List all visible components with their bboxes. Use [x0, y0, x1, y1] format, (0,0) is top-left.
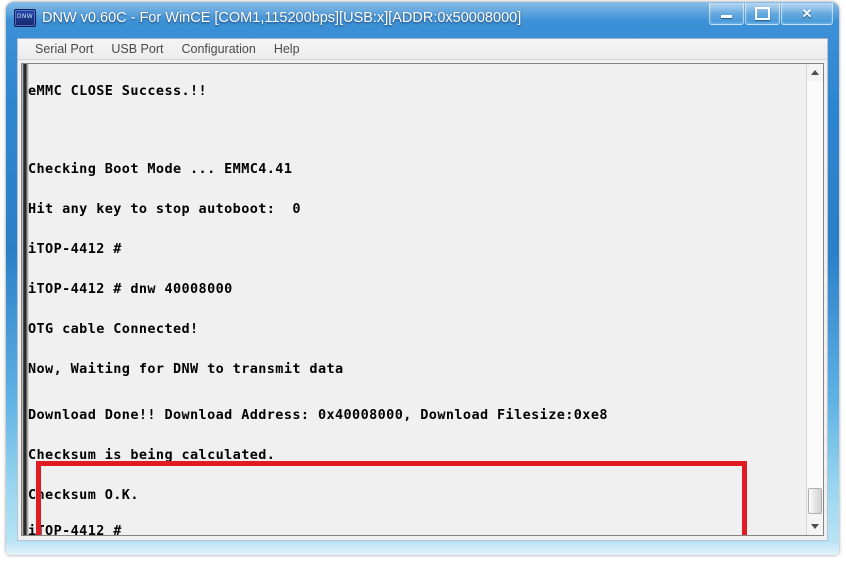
window-bottom-glow [6, 541, 839, 555]
terminal-line-prompt: iTOP-4412 # [28, 523, 122, 535]
terminal-line: Now, Waiting for DNW to transmit data [28, 361, 344, 377]
menu-item-help[interactable]: Help [265, 40, 309, 59]
dnw-application-window: DNW DNW v0.60C - For WinCE [COM1,115200b… [6, 2, 839, 555]
scroll-down-icon [811, 524, 819, 529]
app-logo-icon: DNW [14, 9, 36, 27]
capture-artifact-stripe [22, 64, 29, 535]
scroll-up-button[interactable] [807, 64, 823, 81]
minimize-button[interactable] [709, 3, 744, 25]
screen: DNW DNW v0.60C - For WinCE [COM1,115200b… [0, 0, 846, 569]
scroll-up-icon [811, 70, 819, 75]
scrollbar-thumb[interactable] [808, 488, 822, 514]
terminal-pane[interactable]: eMMC CLOSE Success.!! Checking Boot Mode… [21, 63, 824, 536]
vertical-scrollbar[interactable] [806, 64, 823, 535]
terminal-line: OTG cable Connected! [28, 321, 199, 337]
close-button[interactable]: ✕ [781, 3, 833, 25]
client-area: Serial Port USB Port Configuration Help … [17, 38, 828, 541]
menu-item-serial-port[interactable]: Serial Port [26, 40, 102, 59]
scrollbar-track[interactable] [807, 81, 823, 488]
title-bar[interactable]: DNW DNW v0.60C - For WinCE [COM1,115200b… [6, 2, 839, 38]
minimize-icon [710, 3, 743, 24]
terminal-line: Hit any key to stop autoboot: 0 [28, 201, 301, 217]
terminal-line: iTOP-4412 # [28, 241, 122, 257]
scroll-down-button[interactable] [807, 518, 823, 535]
maximize-icon [746, 3, 779, 24]
menu-bar: Serial Port USB Port Configuration Help [18, 39, 827, 60]
window-controls: ✕ [708, 3, 833, 25]
terminal-line: Checking Boot Mode ... EMMC4.41 [28, 161, 293, 177]
menu-item-usb-port[interactable]: USB Port [102, 40, 172, 59]
terminal-line: iTOP-4412 # dnw 40008000 [28, 281, 233, 297]
terminal-line-download-done: Download Done!! Download Address: 0x4000… [28, 407, 608, 423]
terminal-line-checksum-calculating: Checksum is being calculated. [28, 447, 276, 463]
menu-item-configuration[interactable]: Configuration [172, 40, 264, 59]
red-highlight-annotation [36, 461, 747, 535]
terminal-line: eMMC CLOSE Success.!! [28, 83, 208, 99]
close-icon: ✕ [801, 5, 813, 21]
terminal-line-checksum-ok: Checksum O.K. [28, 487, 139, 503]
maximize-button[interactable] [745, 3, 780, 25]
window-title: DNW v0.60C - For WinCE [COM1,115200bps][… [42, 10, 522, 26]
terminal-output[interactable]: eMMC CLOSE Success.!! Checking Boot Mode… [22, 64, 808, 535]
